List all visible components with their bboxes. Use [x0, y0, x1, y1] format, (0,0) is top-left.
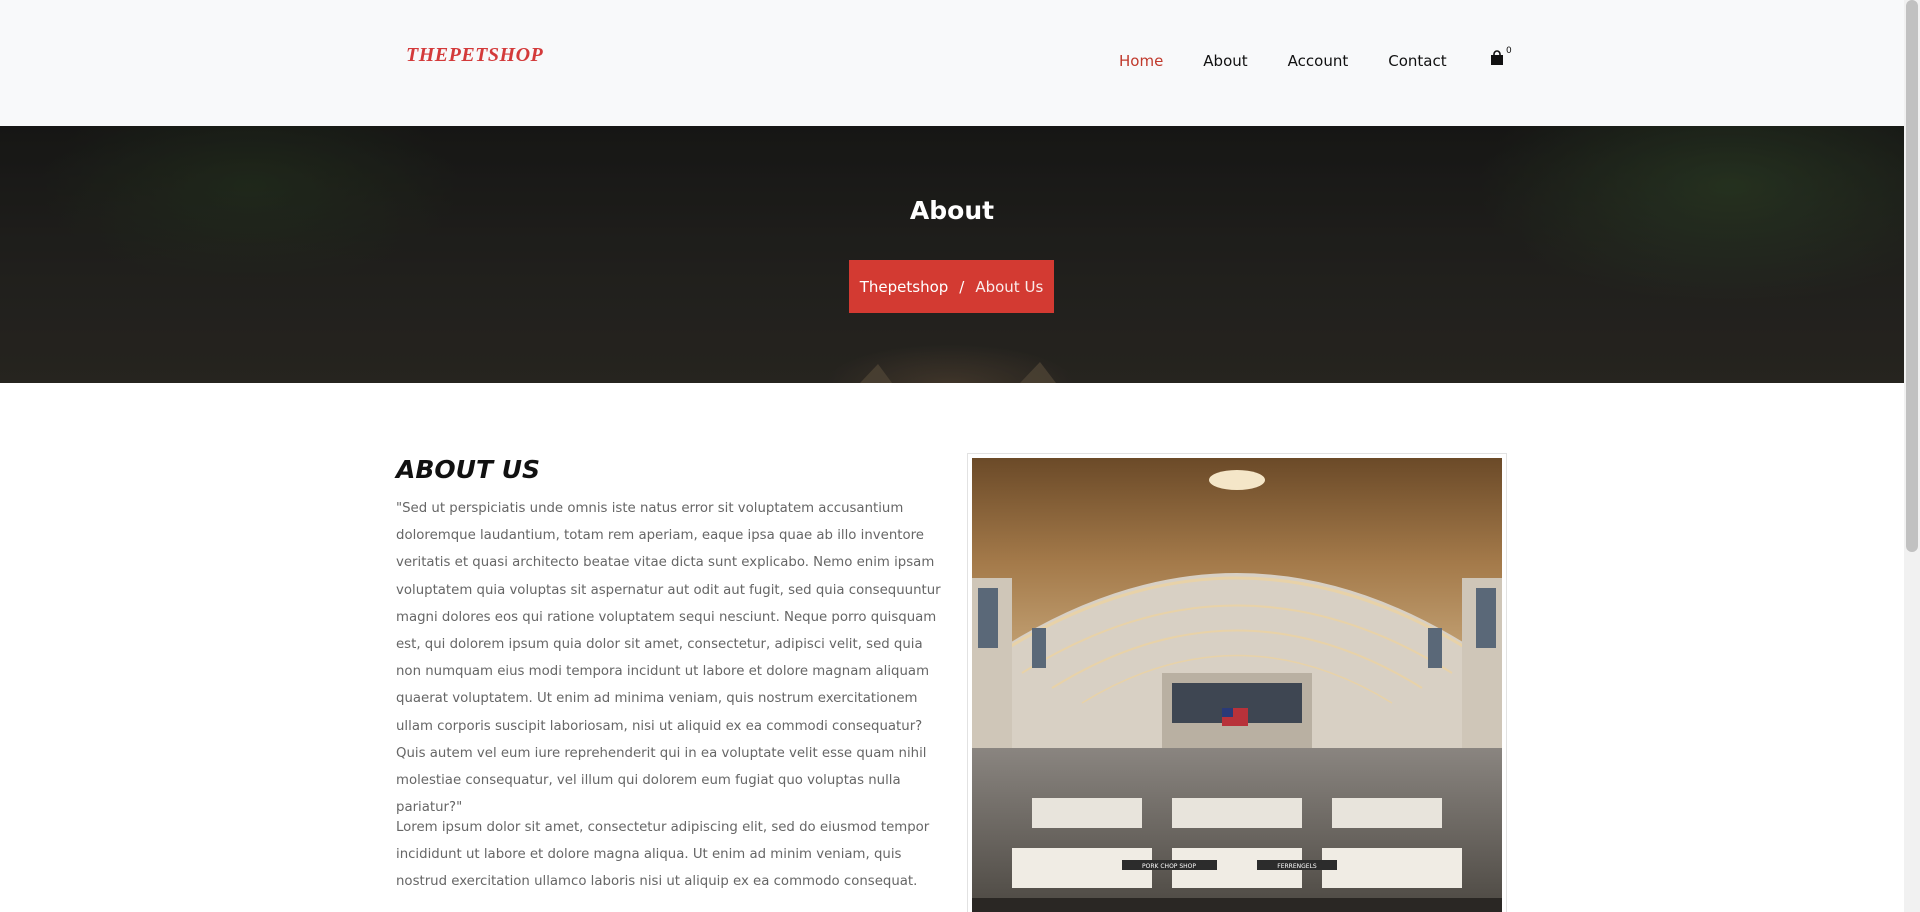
nav-about-link[interactable]: About [1203, 52, 1247, 70]
nav-home-link[interactable]: Home [1119, 52, 1163, 70]
about-paragraph-2: Lorem ipsum dolor sit amet, consectetur … [396, 820, 930, 890]
about-paragraph-1: "Sed ut perspiciatis unde omnis iste nat… [396, 501, 941, 816]
stall-sign-ferrengels: FERRENGELS [1277, 863, 1317, 870]
shopping-bag-icon[interactable] [1489, 50, 1507, 68]
breadcrumb-home-link[interactable]: Thepetshop [860, 278, 949, 296]
page-scrollbar-thumb[interactable] [1906, 0, 1918, 552]
about-heading: ABOUT US [396, 455, 541, 484]
main-nav: Home About Account Contact [1119, 52, 1487, 70]
breadcrumb-separator: / [959, 277, 965, 296]
site-logo[interactable]: THEPETSHOP [406, 44, 543, 67]
nav-contact-link[interactable]: Contact [1388, 52, 1446, 70]
hero-cat-ears-image [860, 362, 1056, 383]
stall-sign-pork-chop: PORK CHOP SHOP [1142, 863, 1196, 870]
about-image-frame: PORK CHOP SHOP FERRENGELS [967, 453, 1507, 912]
cart-count-badge: 0 [1506, 46, 1512, 56]
nav-account-link[interactable]: Account [1288, 52, 1349, 70]
market-hall-image: PORK CHOP SHOP FERRENGELS [972, 458, 1502, 912]
page-hero-banner: About Thepetshop / About Us [0, 126, 1904, 383]
breadcrumb-current: About Us [975, 277, 1044, 296]
site-header: THEPETSHOP Home About Account Contact 0 [0, 0, 1904, 126]
hero-title: About [909, 196, 995, 225]
breadcrumb: Thepetshop / About Us [849, 260, 1054, 313]
